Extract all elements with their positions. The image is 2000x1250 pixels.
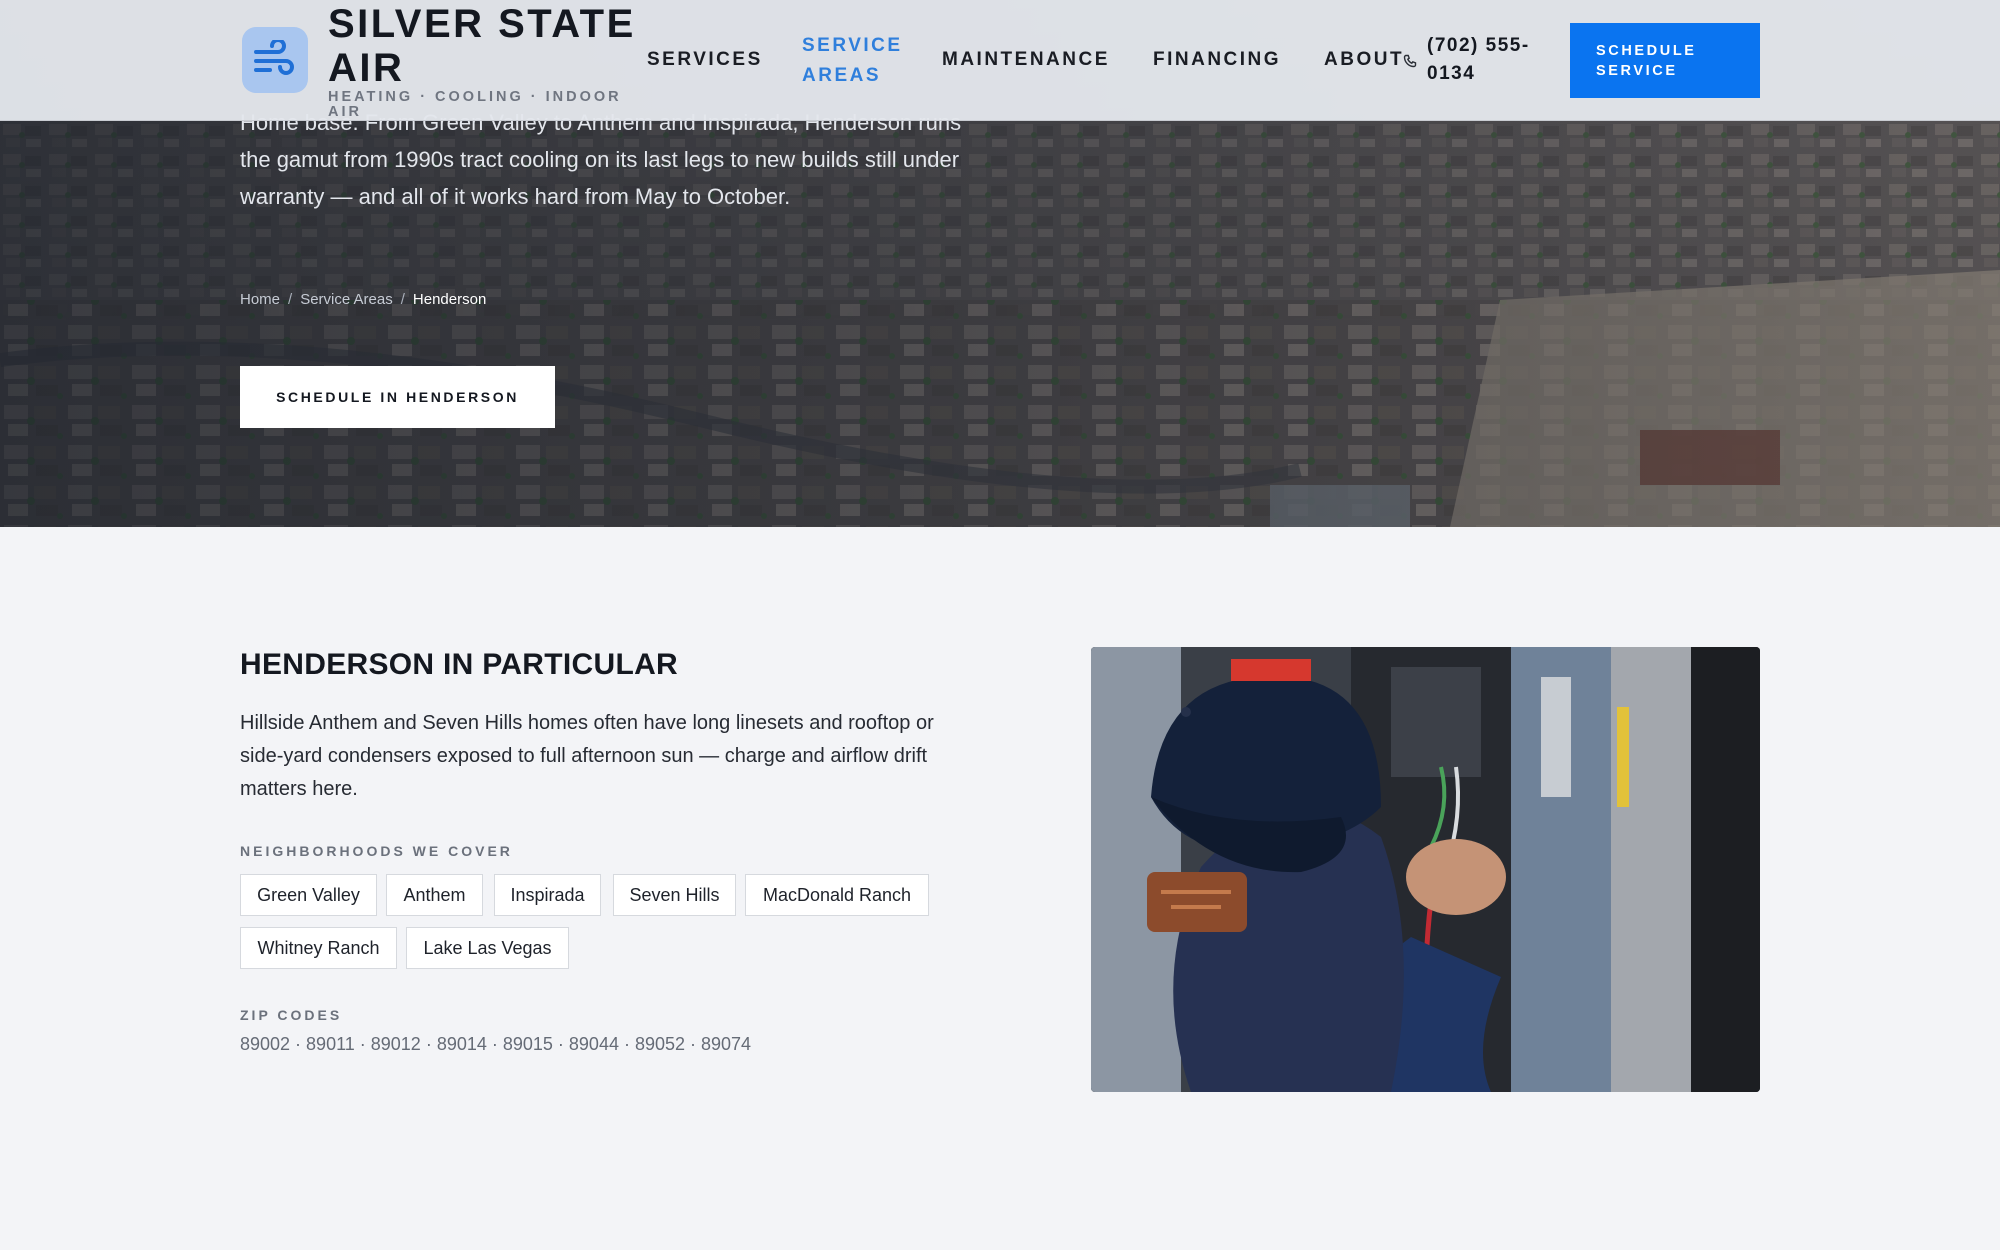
breadcrumb-current: Henderson bbox=[412, 291, 487, 308]
nav-service-areas[interactable]: SERVICE AREAS bbox=[802, 31, 912, 91]
chip-macdonald-ranch[interactable]: MacDonald Ranch bbox=[745, 874, 929, 916]
chip-green-valley[interactable]: Green Valley bbox=[240, 874, 377, 916]
chip-anthem[interactable]: Anthem bbox=[386, 874, 483, 916]
chip-seven-hills[interactable]: Seven Hills bbox=[613, 874, 736, 916]
brand-name[interactable]: SILVER STATE AIR bbox=[328, 2, 648, 90]
nav-maintenance[interactable]: MAINTENANCE bbox=[942, 49, 1110, 71]
site-header: SILVER STATE AIR HEATING · COOLING · IND… bbox=[0, 0, 2000, 121]
breadcrumb-home[interactable]: Home bbox=[240, 291, 280, 308]
section-body-text: Hillside Anthem and Seven Hills homes of… bbox=[240, 712, 934, 800]
nav-about[interactable]: ABOUT bbox=[1324, 49, 1404, 71]
schedule-in-henderson-button[interactable]: SCHEDULE IN HENDERSON bbox=[240, 366, 555, 428]
schedule-service-button[interactable]: SCHEDULE SERVICE bbox=[1570, 23, 1760, 98]
breadcrumb: Home / Service Areas / Henderson bbox=[240, 291, 487, 308]
zip-codes-label: ZIP CODES bbox=[240, 1007, 343, 1023]
zip-codes-list: 89002 · 89011 · 89012 · 89014 · 89015 · … bbox=[240, 1034, 752, 1054]
nav-services[interactable]: SERVICES bbox=[647, 49, 763, 71]
chip-inspirada[interactable]: Inspirada bbox=[494, 874, 601, 916]
breadcrumb-service-areas[interactable]: Service Areas bbox=[300, 291, 393, 308]
nav-financing[interactable]: FINANCING bbox=[1153, 49, 1281, 71]
brand-tagline: HEATING · COOLING · INDOOR AIR bbox=[328, 89, 622, 120]
wind-icon[interactable] bbox=[242, 27, 308, 93]
chip-lake-las-vegas[interactable]: Lake Las Vegas bbox=[406, 927, 569, 969]
section-title: HENDERSON IN PARTICULAR bbox=[240, 648, 679, 681]
phone-icon bbox=[1403, 54, 1417, 68]
technician-photo bbox=[1091, 647, 1760, 1092]
neighborhoods-label: NEIGHBORHOODS WE COVER bbox=[240, 843, 513, 859]
chip-whitney-ranch[interactable]: Whitney Ranch bbox=[240, 927, 397, 969]
phone-number-link[interactable]: (702) 555-0134 bbox=[1427, 32, 1567, 88]
